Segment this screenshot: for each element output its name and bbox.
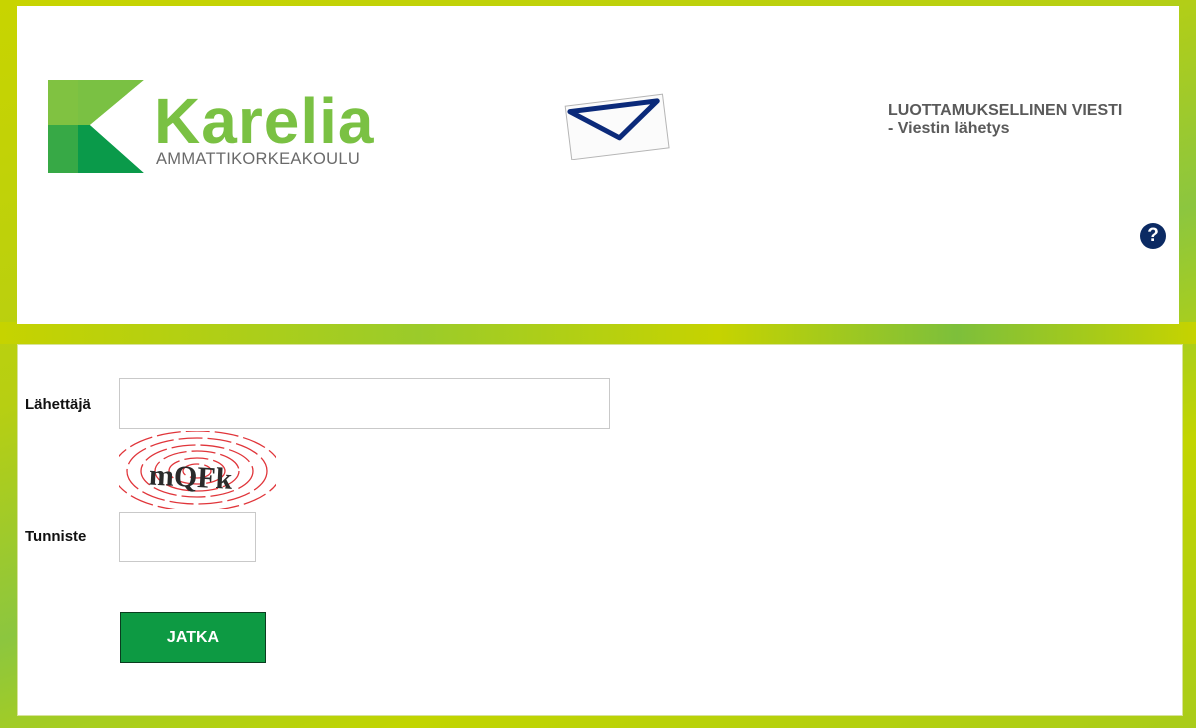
sender-label: Lähettäjä bbox=[25, 396, 91, 413]
karelia-logo: Karelia AMMATTIKORKEAKOULU bbox=[48, 80, 374, 173]
help-icon[interactable]: ? bbox=[1140, 223, 1166, 249]
header-panel: Karelia AMMATTIKORKEAKOULU LUOTTAMUKSELL… bbox=[17, 6, 1179, 324]
envelope-icon bbox=[564, 93, 670, 160]
sender-input[interactable] bbox=[119, 378, 610, 429]
page-title-line2: - Viestin lähetys bbox=[888, 120, 1010, 137]
captcha-text: mQFk bbox=[148, 459, 233, 496]
page-title-line1: LUOTTAMUKSELLINEN VIESTI bbox=[888, 102, 1123, 119]
identifier-label: Tunniste bbox=[25, 528, 87, 545]
brand-subtitle: AMMATTIKORKEAKOULU bbox=[156, 150, 360, 168]
help-symbol: ? bbox=[1147, 225, 1159, 246]
captcha-image: mQFk bbox=[119, 431, 276, 509]
brand-name: Karelia bbox=[154, 85, 374, 157]
identifier-input[interactable] bbox=[119, 512, 256, 562]
background-stripe bbox=[0, 322, 1196, 344]
continue-button[interactable]: JATKA bbox=[120, 612, 266, 663]
form-panel: Lähettäjä mQFk Tunniste JATKA bbox=[17, 344, 1183, 716]
page-title: LUOTTAMUKSELLINEN VIESTI - Viestin lähet… bbox=[888, 102, 1179, 138]
